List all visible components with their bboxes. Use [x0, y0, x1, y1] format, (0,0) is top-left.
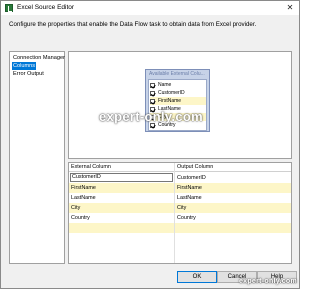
external-column-cell[interactable]: FirstName: [71, 184, 96, 192]
column-item-firstname[interactable]: FirstName: [150, 97, 206, 105]
designer-canvas: Available External Colu... Name Customer…: [69, 52, 291, 158]
table-row[interactable]: CustomerID CustomerID: [69, 173, 291, 183]
close-button[interactable]: ✕: [283, 2, 297, 14]
watermark-small: expert-only.com: [238, 278, 297, 285]
external-column-cell[interactable]: Country: [71, 214, 90, 222]
excel-source-editor-window: Excel Source Editor ✕ Configure the prop…: [0, 0, 300, 289]
checkbox-icon[interactable]: [150, 98, 155, 104]
external-column-cell[interactable]: CustomerID: [70, 173, 173, 182]
column-label: CustomerID: [158, 90, 185, 96]
column-mapping-grid: External Column Output Column CustomerID…: [68, 162, 292, 264]
table-row[interactable]: City City: [69, 203, 291, 213]
column-label: FirstName: [158, 98, 182, 104]
header-output-column[interactable]: Output Column: [177, 164, 213, 171]
description-text: Configure the properties that enable the…: [9, 21, 257, 28]
column-item-customerid[interactable]: CustomerID: [150, 89, 206, 97]
columns-designer-panel: Available External Colu... Name Customer…: [68, 51, 292, 159]
column-divider: [174, 163, 175, 263]
output-column-cell[interactable]: LastName: [177, 194, 202, 202]
external-column-cell[interactable]: City: [71, 204, 80, 212]
nav-item-error-output[interactable]: Error Output: [12, 70, 45, 78]
column-label: Name: [158, 82, 172, 88]
output-column-cell[interactable]: City: [177, 204, 186, 212]
grid-header: External Column Output Column: [69, 163, 291, 172]
title-bar: Excel Source Editor ✕: [1, 1, 299, 15]
watermark-large: expert-only.com: [99, 109, 203, 124]
nav-panel: Connection Manager Columns Error Output: [9, 51, 65, 264]
nav-item-connection-manager[interactable]: Connection Manager: [12, 54, 66, 62]
available-columns-header: Available External Colu...: [146, 70, 209, 78]
output-column-cell[interactable]: CustomerID: [177, 174, 206, 182]
table-row[interactable]: Country Country: [69, 213, 291, 223]
output-column-cell[interactable]: FirstName: [177, 184, 202, 192]
window-title: Excel Source Editor: [17, 4, 75, 11]
external-column-cell[interactable]: LastName: [71, 194, 96, 202]
table-row[interactable]: FirstName FirstName: [69, 183, 291, 193]
column-item-name[interactable]: Name: [150, 81, 206, 89]
nav-item-columns[interactable]: Columns: [12, 62, 37, 70]
output-column-cell[interactable]: Country: [177, 214, 196, 222]
excel-app-icon: [5, 4, 13, 12]
checkbox-icon[interactable]: [150, 90, 155, 96]
header-external-column[interactable]: External Column: [71, 164, 111, 171]
empty-new-row[interactable]: [69, 223, 291, 233]
checkbox-icon[interactable]: [150, 82, 155, 88]
table-row[interactable]: LastName LastName: [69, 193, 291, 203]
